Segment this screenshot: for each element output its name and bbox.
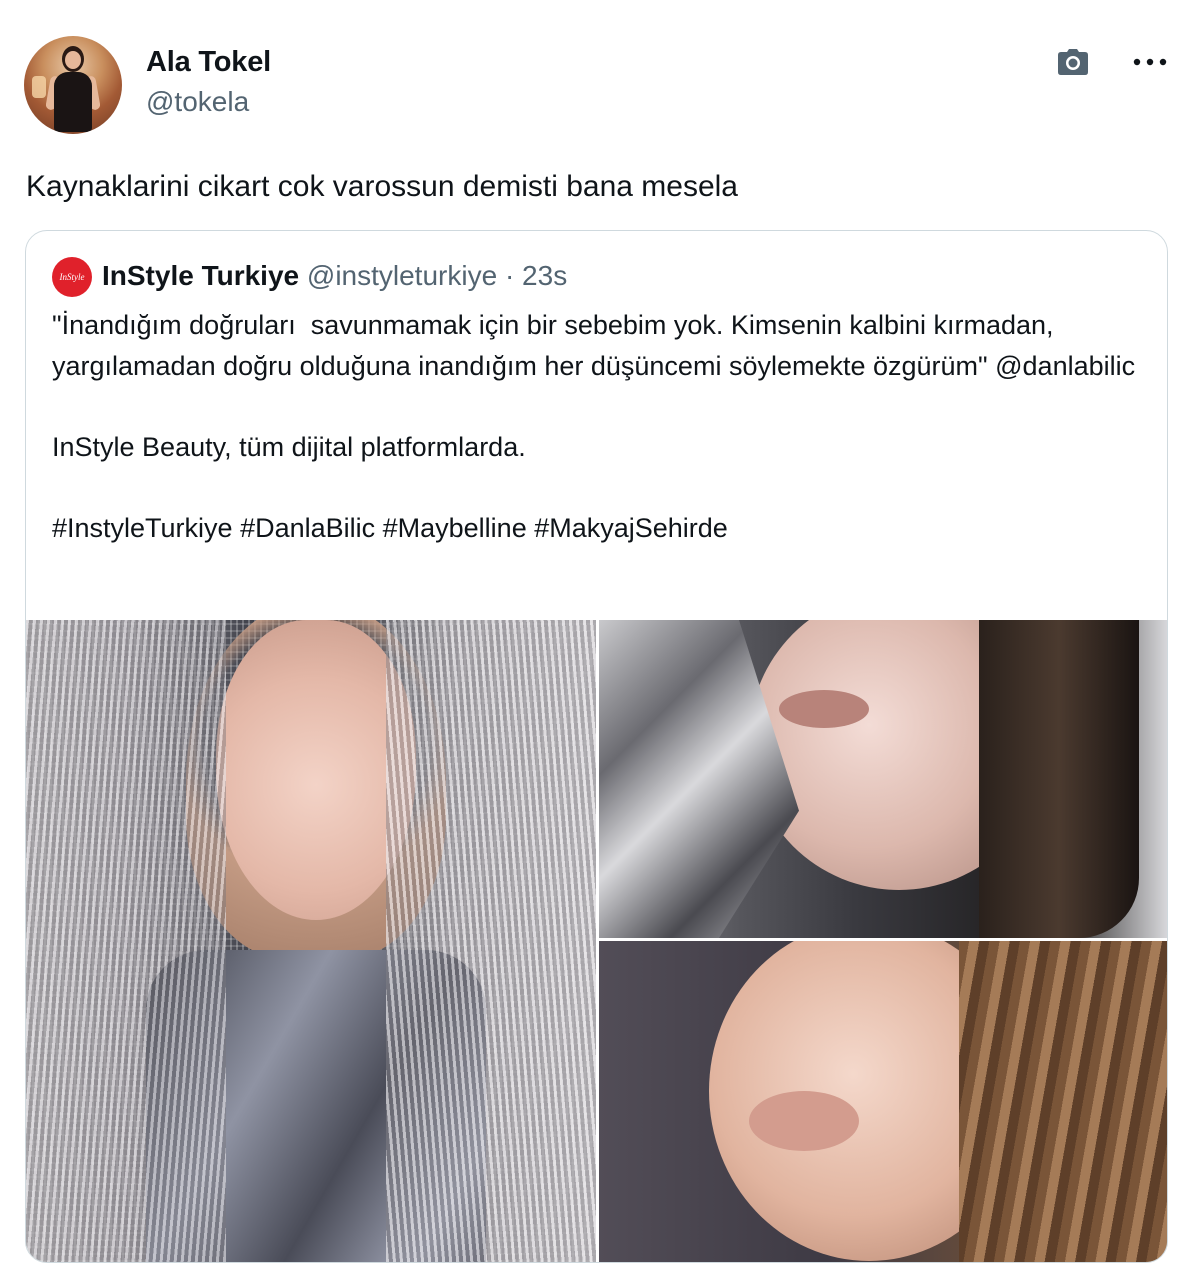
quoted-header: InStyle Turkiye @instyleturkiye · 23s bbox=[102, 257, 567, 295]
display-name[interactable]: Ala Tokel bbox=[146, 46, 271, 79]
quoted-display-name[interactable]: InStyle Turkiye bbox=[102, 260, 299, 291]
quoted-timestamp[interactable]: 23s bbox=[522, 260, 567, 291]
photo-1[interactable] bbox=[26, 620, 596, 1262]
quoted-paragraph: InStyle Beauty, tüm dijital platformlard… bbox=[52, 431, 526, 462]
camera-icon[interactable] bbox=[1057, 48, 1089, 76]
quoted-text: "İnandığım doğruları savunmamak için bir… bbox=[52, 305, 1152, 548]
photo-3[interactable] bbox=[599, 941, 1167, 1262]
tweet: Ala Tokel @tokela Kaynaklarini cikart co… bbox=[0, 0, 1200, 1286]
more-icon[interactable] bbox=[1130, 50, 1170, 74]
photo-2[interactable] bbox=[599, 620, 1167, 938]
quoted-avatar[interactable]: InStyle bbox=[52, 257, 92, 297]
media-grid bbox=[26, 620, 1167, 1262]
tweet-text: Kaynaklarini cikart cok varossun demisti… bbox=[26, 170, 738, 203]
quoted-separator: · bbox=[504, 260, 515, 291]
avatar[interactable] bbox=[24, 36, 122, 134]
quoted-tweet[interactable]: InStyle InStyle Turkiye @instyleturkiye … bbox=[25, 230, 1168, 1263]
quoted-handle[interactable]: @instyleturkiye bbox=[307, 260, 497, 291]
quoted-paragraph: "İnandığım doğruları savunmamak için bir… bbox=[52, 310, 1136, 381]
quoted-hashtags[interactable]: #InstyleTurkiye #DanlaBilic #Maybelline … bbox=[52, 508, 1152, 549]
handle[interactable]: @tokela bbox=[146, 86, 249, 118]
avatar-lamp bbox=[32, 76, 46, 98]
